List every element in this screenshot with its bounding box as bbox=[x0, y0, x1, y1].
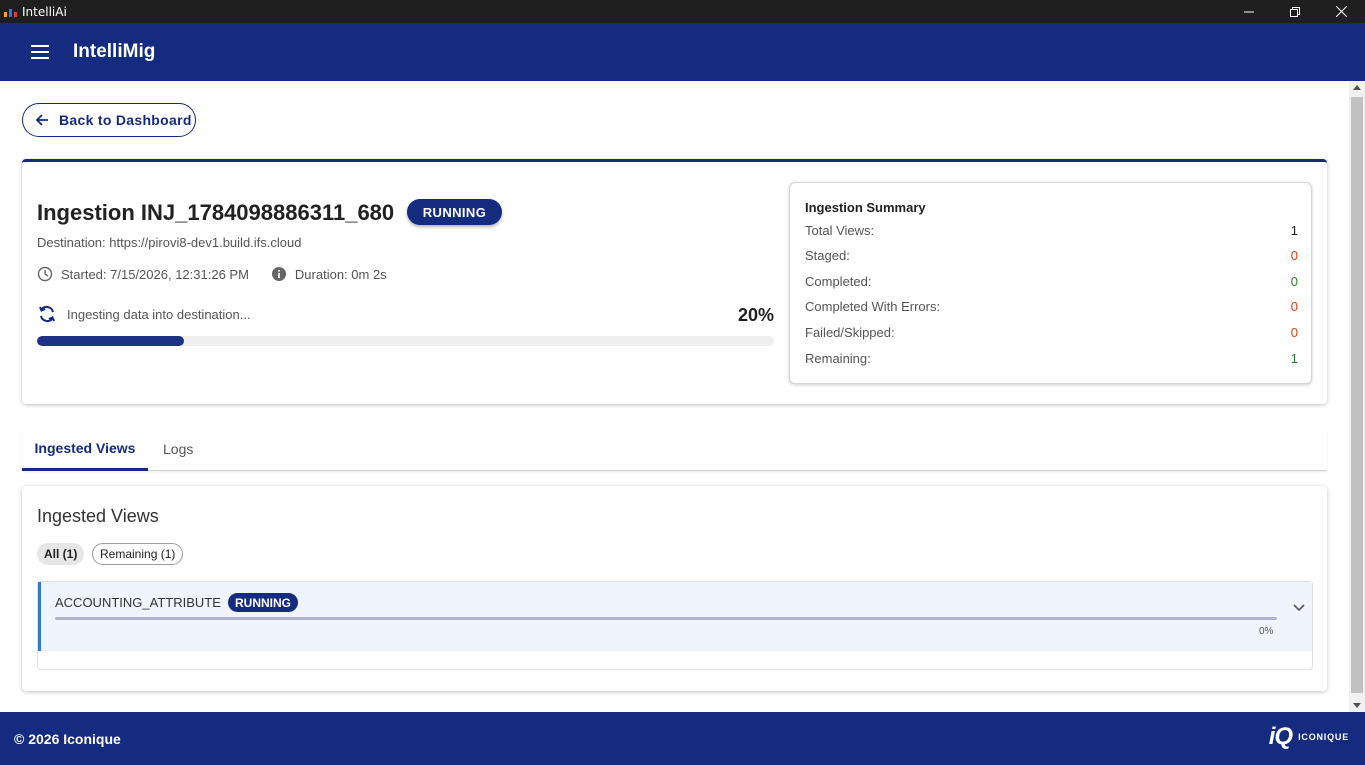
window-title: IntelliAi bbox=[22, 4, 67, 19]
ingested-views-card: Ingested Views All (1) Remaining (1) ACC… bbox=[22, 486, 1327, 691]
summary-row-total-views: Total Views: 1 bbox=[805, 223, 1298, 238]
brand-mark: iQ bbox=[1268, 723, 1293, 750]
summary-row-completed: Completed: 0 bbox=[805, 274, 1298, 289]
minimize-icon bbox=[1244, 11, 1254, 12]
summary-label: Total Views: bbox=[805, 223, 875, 238]
clock-icon bbox=[37, 266, 53, 282]
started-text: Started: 7/15/2026, 12:31:26 PM bbox=[61, 266, 249, 282]
views-title: Ingested Views bbox=[37, 506, 159, 526]
main-content: Back to Dashboard Ingestion INJ_17840988… bbox=[0, 81, 1349, 712]
destination-text: Destination: https://pirovi8-dev1.build.… bbox=[37, 235, 302, 250]
vertical-scrollbar[interactable] bbox=[1349, 81, 1365, 712]
summary-row-staged: Staged: 0 bbox=[805, 248, 1298, 263]
summary-label: Remaining: bbox=[805, 351, 871, 366]
ingestion-title: Ingestion INJ_1784098886311_680 bbox=[37, 200, 395, 225]
ingestion-meta: Started: 7/15/2026, 12:31:26 PM Duration… bbox=[37, 266, 387, 282]
brand-name: ICONIQUE bbox=[1298, 732, 1349, 742]
summary-value: 1 bbox=[1290, 223, 1298, 238]
close-icon bbox=[1335, 6, 1347, 17]
menu-button[interactable] bbox=[30, 42, 50, 62]
summary-value: 0 bbox=[1290, 248, 1298, 263]
scrollbar-thumb[interactable] bbox=[1351, 97, 1363, 693]
sync-icon bbox=[37, 304, 57, 324]
restore-icon bbox=[1290, 6, 1300, 17]
filter-chip-remaining[interactable]: Remaining (1) bbox=[92, 543, 184, 565]
view-status-badge: RUNNING bbox=[228, 593, 298, 612]
iconique-logo: iQ ICONIQUE bbox=[1269, 725, 1349, 749]
view-progress-bar bbox=[55, 617, 1277, 620]
ingestion-card: Ingestion INJ_1784098886311_680 RUNNING … bbox=[22, 159, 1327, 404]
progress-bar-fill bbox=[37, 336, 185, 346]
arrow-left-icon bbox=[35, 113, 49, 127]
status-badge: RUNNING bbox=[407, 199, 502, 225]
tab-logs[interactable]: Logs bbox=[163, 427, 193, 471]
close-window-button[interactable] bbox=[1318, 0, 1364, 23]
restore-button[interactable] bbox=[1272, 0, 1318, 23]
summary-label: Completed: bbox=[805, 274, 872, 289]
minimize-button[interactable] bbox=[1226, 0, 1272, 23]
back-button-label: Back to Dashboard bbox=[59, 112, 192, 128]
info-icon bbox=[271, 266, 287, 282]
app-bar: IntelliMig bbox=[0, 23, 1365, 81]
summary-row-remaining: Remaining: 1 bbox=[805, 351, 1298, 366]
duration-text: Duration: 0m 2s bbox=[294, 266, 387, 282]
back-to-dashboard-button[interactable]: Back to Dashboard bbox=[22, 103, 196, 137]
app-logo-icon bbox=[4, 5, 18, 19]
views-list: ACCOUNTING_ATTRIBUTE RUNNING 0% bbox=[37, 581, 1313, 670]
ingestion-summary-panel: Ingestion Summary Total Views: 1 Staged:… bbox=[789, 182, 1312, 384]
progress-bar bbox=[37, 336, 774, 346]
summary-value: 0 bbox=[1290, 274, 1298, 289]
progress-status: Ingesting data into destination... bbox=[37, 304, 251, 324]
app-title: IntelliMig bbox=[73, 41, 156, 62]
view-name: ACCOUNTING_ATTRIBUTE bbox=[55, 595, 221, 610]
scroll-down-icon[interactable] bbox=[1353, 703, 1361, 708]
summary-value: 1 bbox=[1290, 351, 1298, 366]
menu-icon bbox=[31, 45, 49, 59]
tab-ingested-views[interactable]: Ingested Views bbox=[22, 427, 148, 471]
window-title-bar: IntelliAi bbox=[0, 0, 1365, 23]
chevron-down-icon[interactable] bbox=[1293, 604, 1305, 612]
summary-row-completed-with-errors: Completed With Errors: 0 bbox=[805, 299, 1298, 314]
summary-title: Ingestion Summary bbox=[805, 200, 926, 215]
view-progress-percent: 0% bbox=[1259, 626, 1274, 637]
summary-value: 0 bbox=[1290, 325, 1298, 340]
tab-bar: Ingested Views Logs bbox=[22, 427, 1327, 471]
scroll-up-icon[interactable] bbox=[1353, 85, 1361, 90]
footer: © 2026 Iconique iQ ICONIQUE bbox=[0, 712, 1365, 765]
copyright-text: © 2026 Iconique bbox=[14, 730, 121, 747]
summary-row-failed-skipped: Failed/Skipped: 0 bbox=[805, 325, 1298, 340]
progress-label: Ingesting data into destination... bbox=[67, 306, 251, 322]
view-item[interactable]: ACCOUNTING_ATTRIBUTE RUNNING 0% bbox=[38, 582, 1312, 651]
summary-value: 0 bbox=[1290, 299, 1298, 314]
summary-label: Failed/Skipped: bbox=[805, 325, 895, 340]
summary-label: Completed With Errors: bbox=[805, 299, 941, 314]
summary-label: Staged: bbox=[805, 248, 850, 263]
progress-percent: 20% bbox=[738, 305, 775, 325]
filter-chip-all[interactable]: All (1) bbox=[37, 543, 85, 565]
